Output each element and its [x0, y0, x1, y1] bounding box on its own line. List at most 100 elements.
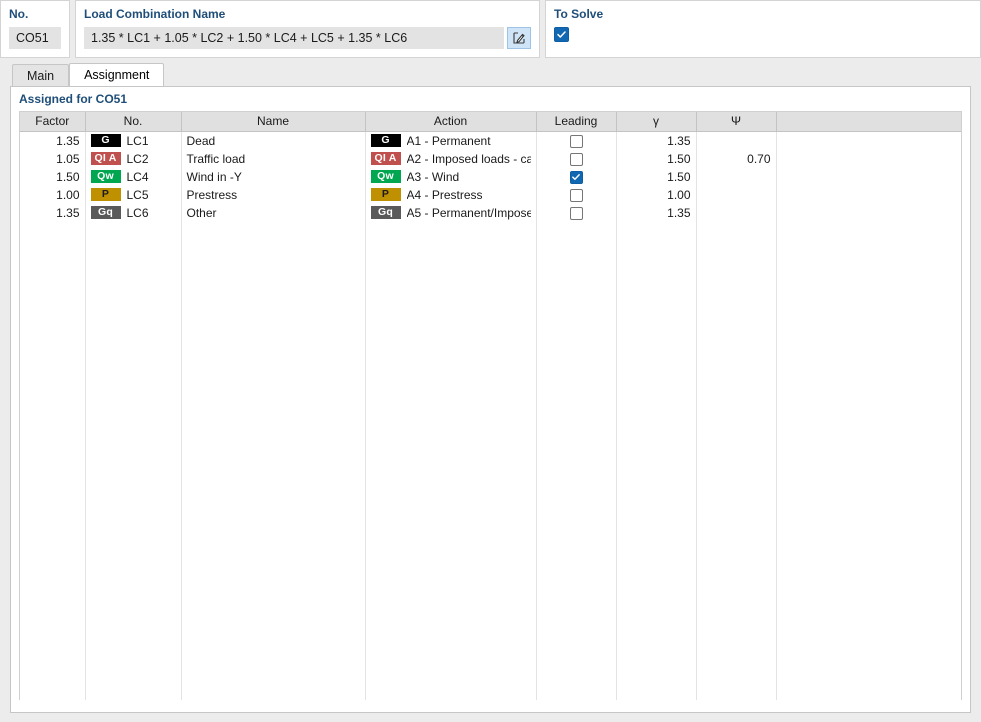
cell-action[interactable] [365, 654, 536, 672]
cell-leading[interactable] [536, 582, 616, 600]
cell-no[interactable] [85, 546, 181, 564]
leading-checkbox[interactable] [570, 189, 583, 202]
table-empty-row[interactable] [20, 528, 961, 546]
cell-gamma[interactable] [616, 582, 696, 600]
cell-gamma[interactable] [616, 672, 696, 690]
cell-gamma[interactable]: 1.00 [616, 186, 696, 204]
cell-action[interactable] [365, 402, 536, 420]
table-empty-row[interactable] [20, 348, 961, 366]
cell-no[interactable] [85, 618, 181, 636]
cell-gamma[interactable] [616, 546, 696, 564]
cell-leading[interactable] [536, 366, 616, 384]
cell-psi[interactable] [696, 131, 776, 150]
cell-action[interactable] [365, 384, 536, 402]
cell-name[interactable] [181, 474, 365, 492]
cell-action[interactable] [365, 564, 536, 582]
leading-checkbox[interactable] [570, 207, 583, 220]
cell-leading[interactable] [536, 618, 616, 636]
cell-gamma[interactable] [616, 654, 696, 672]
cell-name[interactable] [181, 438, 365, 456]
column-header-no[interactable]: No. [85, 112, 181, 131]
cell-factor[interactable] [20, 582, 85, 600]
cell-psi[interactable] [696, 312, 776, 330]
cell-no[interactable] [85, 474, 181, 492]
cell-factor[interactable] [20, 690, 85, 701]
cell-action[interactable] [365, 690, 536, 701]
table-row[interactable]: 1.05QI ALC2Traffic loadQI AA2 - Imposed … [20, 150, 961, 168]
cell-gamma[interactable] [616, 384, 696, 402]
cell-psi[interactable] [696, 672, 776, 690]
cell-factor[interactable] [20, 240, 85, 258]
cell-action[interactable] [365, 276, 536, 294]
cell-name[interactable] [181, 690, 365, 701]
table-row[interactable]: 1.00PLC5PrestressPA4 - Prestress1.00 [20, 186, 961, 204]
cell-leading[interactable] [536, 546, 616, 564]
cell-name[interactable] [181, 294, 365, 312]
table-empty-row[interactable] [20, 618, 961, 636]
cell-action[interactable] [365, 258, 536, 276]
cell-factor[interactable] [20, 672, 85, 690]
cell-no[interactable]: PLC5 [85, 186, 181, 204]
cell-no[interactable] [85, 690, 181, 701]
cell-gamma[interactable] [616, 510, 696, 528]
cell-psi[interactable] [696, 402, 776, 420]
cell-no[interactable] [85, 672, 181, 690]
cell-gamma[interactable] [616, 618, 696, 636]
table-empty-row[interactable] [20, 582, 961, 600]
tab-main[interactable]: Main [12, 64, 69, 86]
cell-name[interactable] [181, 582, 365, 600]
cell-psi[interactable] [696, 654, 776, 672]
cell-action[interactable] [365, 366, 536, 384]
no-value-field[interactable]: CO51 [9, 27, 61, 49]
cell-no[interactable]: QwLC4 [85, 168, 181, 186]
cell-leading[interactable] [536, 690, 616, 701]
table-empty-row[interactable] [20, 276, 961, 294]
cell-name[interactable] [181, 618, 365, 636]
cell-psi[interactable] [696, 510, 776, 528]
cell-leading[interactable] [536, 240, 616, 258]
cell-no[interactable] [85, 222, 181, 240]
cell-action[interactable]: GqA5 - Permanent/Imposed [365, 204, 536, 222]
cell-action[interactable] [365, 546, 536, 564]
cell-factor[interactable] [20, 294, 85, 312]
cell-no[interactable] [85, 312, 181, 330]
cell-name[interactable] [181, 510, 365, 528]
cell-leading[interactable] [536, 492, 616, 510]
cell-psi[interactable] [696, 348, 776, 366]
cell-name[interactable] [181, 222, 365, 240]
cell-name[interactable] [181, 348, 365, 366]
cell-no[interactable] [85, 420, 181, 438]
cell-leading[interactable] [536, 384, 616, 402]
cell-no[interactable] [85, 384, 181, 402]
cell-gamma[interactable] [616, 402, 696, 420]
table-empty-row[interactable] [20, 456, 961, 474]
cell-name[interactable] [181, 312, 365, 330]
cell-leading[interactable] [536, 420, 616, 438]
cell-leading[interactable] [536, 150, 616, 168]
cell-action[interactable] [365, 438, 536, 456]
cell-gamma[interactable] [616, 690, 696, 701]
cell-gamma[interactable] [616, 222, 696, 240]
column-header-action[interactable]: Action [365, 112, 536, 131]
cell-psi[interactable] [696, 222, 776, 240]
cell-psi[interactable] [696, 564, 776, 582]
cell-action[interactable] [365, 672, 536, 690]
cell-factor[interactable] [20, 222, 85, 240]
cell-factor[interactable] [20, 456, 85, 474]
cell-leading[interactable] [536, 600, 616, 618]
cell-action[interactable] [365, 600, 536, 618]
cell-factor[interactable] [20, 510, 85, 528]
cell-psi[interactable] [696, 240, 776, 258]
leading-checkbox[interactable] [570, 171, 583, 184]
cell-no[interactable] [85, 510, 181, 528]
cell-name[interactable] [181, 456, 365, 474]
cell-no[interactable] [85, 564, 181, 582]
cell-factor[interactable] [20, 564, 85, 582]
cell-gamma[interactable] [616, 492, 696, 510]
cell-no[interactable] [85, 294, 181, 312]
cell-gamma[interactable] [616, 528, 696, 546]
cell-factor[interactable] [20, 420, 85, 438]
cell-name[interactable] [181, 654, 365, 672]
cell-psi[interactable] [696, 546, 776, 564]
cell-leading[interactable] [536, 402, 616, 420]
